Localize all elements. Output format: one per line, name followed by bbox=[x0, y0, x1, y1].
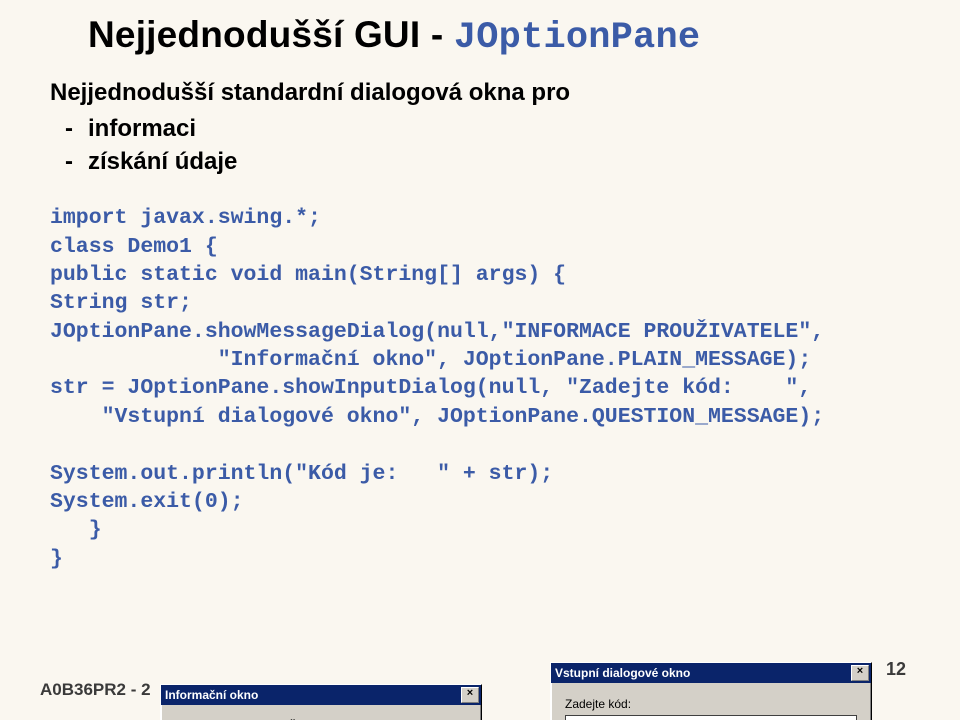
input-dialog-body: Zadejte kód: bbox=[551, 683, 871, 720]
bullet-item: -informaci bbox=[50, 113, 920, 145]
input-dialog-titlebar: Vstupní dialogové okno × bbox=[551, 663, 871, 683]
input-dialog: Vstupní dialogové okno × Zadejte kód: OK… bbox=[550, 662, 872, 720]
info-dialog-title: Informační okno bbox=[165, 688, 258, 702]
title-plain: Nejjednodušší GUI - bbox=[88, 14, 454, 55]
close-icon[interactable]: × bbox=[851, 665, 869, 681]
close-icon[interactable]: × bbox=[461, 687, 479, 703]
bullet-label: získání údaje bbox=[88, 148, 237, 175]
info-dialog-body: INFORMACE PRO UŽIVATELE bbox=[161, 705, 481, 720]
slide: Nejjednodušší GUI - JOptionPane Nejjedno… bbox=[0, 0, 960, 720]
info-dialog: Informační okno × INFORMACE PRO UŽIVATEL… bbox=[160, 684, 482, 720]
page-number: 12 bbox=[886, 659, 906, 680]
bullet-list: -informaci -získání údaje bbox=[50, 113, 920, 178]
bullet-item: -získání údaje bbox=[50, 146, 920, 178]
slide-title: Nejjednodušší GUI - JOptionPane bbox=[88, 14, 920, 59]
bullet-label: informaci bbox=[88, 115, 196, 142]
intro-text: Nejjednodušší standardní dialogová okna … bbox=[50, 77, 920, 109]
course-code: A0B36PR2 - 2 bbox=[40, 680, 151, 700]
input-dialog-title: Vstupní dialogové okno bbox=[555, 666, 690, 680]
code-block: import javax.swing.*; class Demo1 { publ… bbox=[50, 204, 920, 573]
title-mono: JOptionPane bbox=[454, 17, 700, 59]
input-dialog-label: Zadejte kód: bbox=[565, 697, 857, 711]
info-dialog-titlebar: Informační okno × bbox=[161, 685, 481, 705]
code-input[interactable] bbox=[565, 715, 857, 720]
